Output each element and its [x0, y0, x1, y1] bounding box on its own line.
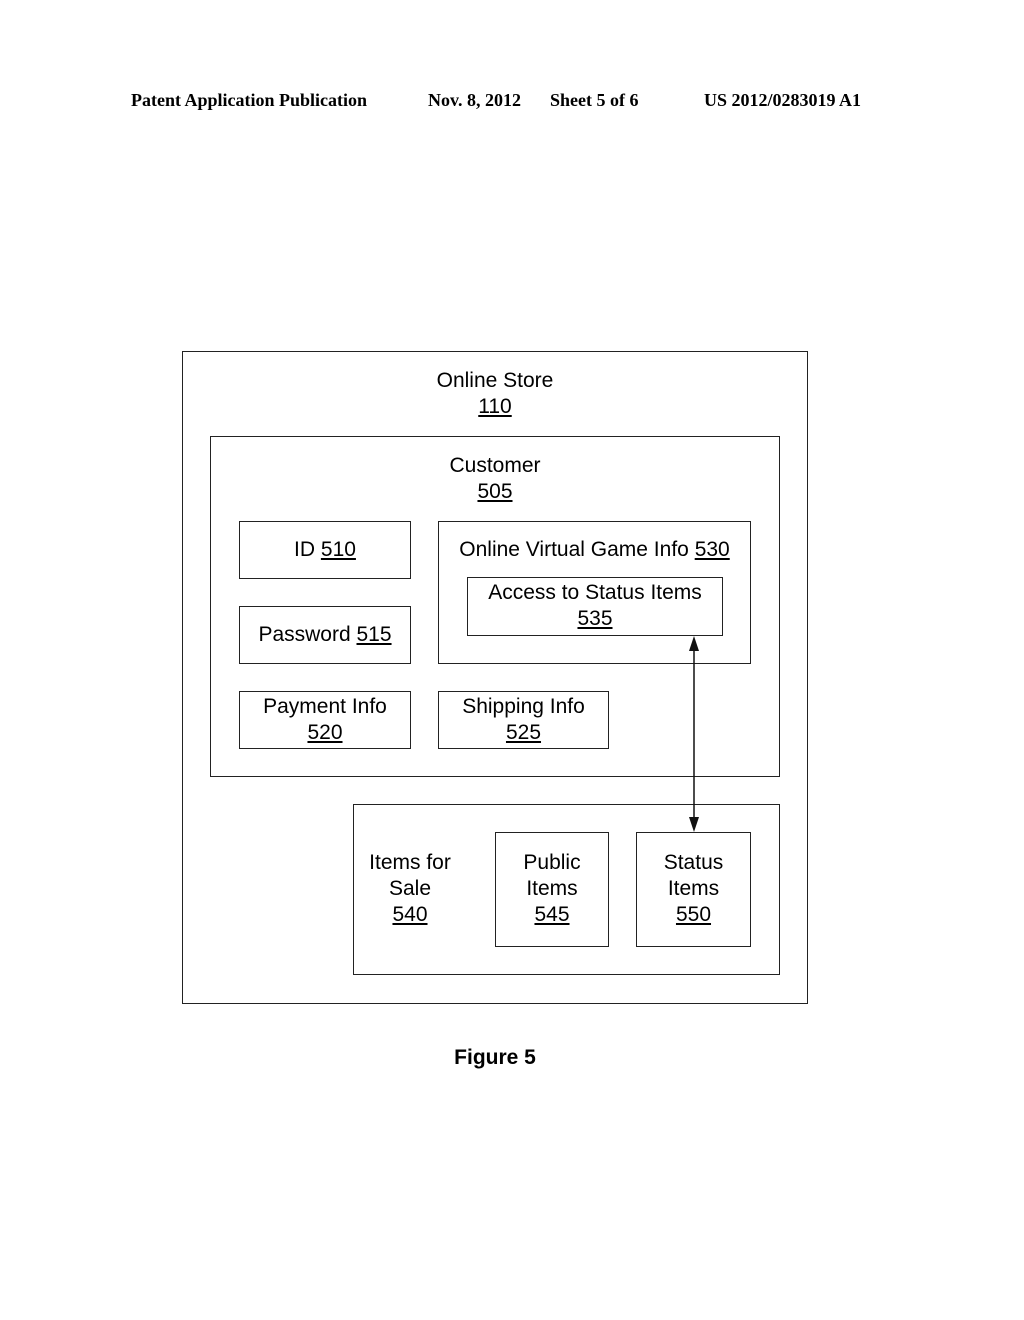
customer-label: Customer 505 [210, 453, 780, 505]
id-ref: 510 [320, 538, 356, 561]
password-ref: 515 [356, 623, 392, 646]
status-items-title-line1: Status [663, 851, 724, 874]
access-status-ref: 535 [577, 607, 613, 630]
customer-ref: 505 [477, 480, 513, 503]
status-items-label: Status Items 550 [636, 850, 751, 928]
online-store-label: Online Store 110 [182, 368, 808, 420]
public-items-title-line1: Public [523, 851, 581, 874]
public-items-label: Public Items 545 [495, 850, 609, 928]
id-label: ID 510 [239, 537, 411, 563]
public-items-ref: 545 [534, 903, 570, 926]
publication-date: Nov. 8, 2012 [428, 90, 522, 110]
status-items-title-line2: Items [667, 877, 720, 900]
game-info-title: Online Virtual Game Info [459, 538, 689, 561]
online-store-ref: 110 [478, 395, 512, 418]
status-items-ref: 550 [675, 903, 712, 926]
password-label: Password 515 [239, 622, 411, 648]
public-items-title-line2: Items [526, 877, 578, 900]
patent-number: US 2012/0283019 A1 [704, 90, 862, 110]
password-title: Password [258, 623, 351, 646]
shipping-info-ref: 525 [505, 721, 542, 744]
access-status-title: Access to Status Items [488, 581, 702, 604]
customer-title: Customer [449, 454, 541, 477]
payment-info-label: Payment Info 520 [239, 694, 411, 746]
figure-caption: Figure 5 [454, 1046, 536, 1069]
items-for-sale-title-line1: Items for [369, 851, 451, 874]
shipping-info-label: Shipping Info 525 [438, 694, 609, 746]
game-info-label: Online Virtual Game Info 530 [438, 537, 751, 563]
id-title: ID [294, 538, 316, 561]
items-for-sale-label: Items for Sale 540 [355, 850, 465, 928]
payment-info-title: Payment Info [263, 695, 387, 718]
sheet-number: Sheet 5 of 6 [550, 90, 639, 110]
game-info-ref: 530 [694, 538, 730, 561]
payment-info-ref: 520 [307, 721, 343, 744]
access-status-label: Access to Status Items 535 [467, 580, 723, 632]
shipping-info-title: Shipping Info [462, 695, 585, 718]
publication-label: Patent Application Publication [131, 90, 368, 110]
items-for-sale-ref: 540 [392, 903, 428, 926]
online-store-title: Online Store [436, 369, 554, 392]
items-for-sale-title-line2: Sale [388, 877, 432, 900]
